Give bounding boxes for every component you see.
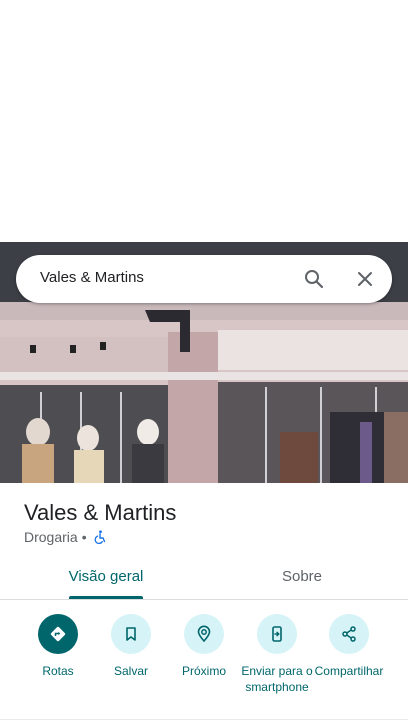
wheelchair-accessible-icon — [94, 530, 105, 544]
tabs-divider — [0, 599, 408, 600]
search-icon[interactable] — [302, 267, 326, 291]
bookmark-icon[interactable] — [111, 614, 151, 654]
tab-overview[interactable]: Visão geral — [4, 556, 208, 600]
send-to-phone-button[interactable]: Enviar para o smartphone — [237, 614, 317, 695]
search-input[interactable]: Vales & Martins — [40, 269, 144, 286]
send-to-phone-label: Enviar para o smartphone — [241, 664, 313, 694]
nearby-icon[interactable] — [184, 614, 224, 654]
map-area — [0, 0, 408, 242]
share-label: Compartilhar — [314, 664, 384, 678]
place-category[interactable]: Drogaria — [24, 529, 78, 545]
nearby-label: Próximo — [181, 664, 226, 678]
search-bar[interactable]: Vales & Martins — [16, 255, 392, 303]
bottom-divider — [0, 719, 408, 720]
close-icon[interactable] — [353, 267, 377, 291]
nearby-button[interactable]: Próximo — [164, 614, 244, 679]
directions-icon[interactable] — [38, 614, 78, 654]
place-subtitle: Drogaria • — [24, 529, 107, 545]
send-to-phone-icon[interactable] — [257, 614, 297, 654]
share-icon[interactable] — [329, 614, 369, 654]
save-button[interactable]: Salvar — [91, 614, 171, 679]
share-button[interactable]: Compartilhar — [309, 614, 389, 679]
separator-dot: • — [81, 529, 87, 545]
tab-about[interactable]: Sobre — [200, 556, 404, 600]
tab-bar: Visão geral Sobre — [0, 556, 408, 600]
directions-button[interactable]: Rotas — [18, 614, 98, 679]
save-label: Salvar — [113, 664, 148, 678]
directions-label: Rotas — [42, 664, 74, 678]
place-title: Vales & Martins — [24, 500, 177, 525]
